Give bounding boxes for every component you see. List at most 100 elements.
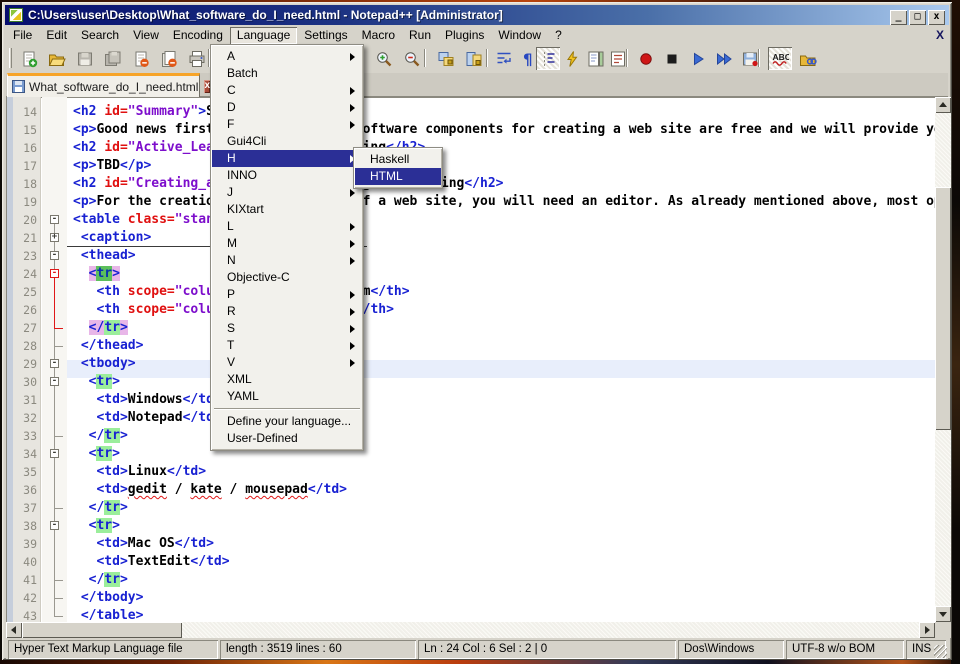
language-menu-item-r[interactable]: R bbox=[212, 303, 362, 320]
sync-vertical-button[interactable] bbox=[434, 47, 458, 70]
scroll-down-button[interactable] bbox=[935, 606, 951, 622]
menu-item-[interactable]: ? bbox=[548, 27, 569, 44]
line-number: 17 bbox=[13, 159, 37, 173]
language-menu-item-a[interactable]: A bbox=[212, 48, 362, 65]
fold-expand-box[interactable]: + bbox=[50, 233, 59, 242]
language-menu-item-xml[interactable]: XML bbox=[212, 371, 362, 388]
fold-collapse-box[interactable]: - bbox=[50, 251, 59, 260]
language-menu-item-inno[interactable]: INNO bbox=[212, 167, 362, 184]
language-menu-item-objective-c[interactable]: Objective-C bbox=[212, 269, 362, 286]
open-file-button[interactable] bbox=[45, 47, 69, 70]
menu-item-window[interactable]: Window bbox=[491, 27, 548, 44]
title-bar[interactable]: C:\Users\user\Desktop\What_software_do_I… bbox=[5, 5, 949, 25]
editor-pane[interactable]: 1415161718192021232425262728293031323334… bbox=[6, 97, 951, 638]
document-close-x[interactable]: X bbox=[936, 28, 944, 42]
document-map-button[interactable] bbox=[584, 47, 608, 70]
close-button[interactable]: x bbox=[928, 10, 945, 25]
language-menu-item-v[interactable]: V bbox=[212, 354, 362, 371]
function-completion-button[interactable] bbox=[560, 47, 584, 70]
language-menu-item-t[interactable]: T bbox=[212, 337, 362, 354]
close-all-button[interactable] bbox=[157, 47, 181, 70]
line-number: 16 bbox=[13, 141, 37, 155]
language-menu-item-j[interactable]: J bbox=[212, 184, 362, 201]
word-wrap-button[interactable] bbox=[492, 47, 516, 70]
submenu-item-haskell[interactable]: Haskell bbox=[355, 151, 441, 168]
save-all-button[interactable] bbox=[101, 47, 125, 70]
language-menu-item-n[interactable]: N bbox=[212, 252, 362, 269]
macro-save-button[interactable] bbox=[738, 47, 762, 70]
horizontal-scrollbar[interactable] bbox=[6, 622, 935, 638]
scroll-left-button[interactable] bbox=[6, 622, 22, 638]
language-menu-item-yaml[interactable]: YAML bbox=[212, 388, 362, 405]
code-line-31: <td>Windows</td> bbox=[67, 391, 935, 409]
language-menu-item-kixtart[interactable]: KIXtart bbox=[212, 201, 362, 218]
save-file-icon bbox=[76, 50, 94, 68]
code-line-18: <h2 id="Creating_and_Editing">Creating a… bbox=[67, 175, 935, 193]
menu-item-plugins[interactable]: Plugins bbox=[438, 27, 491, 44]
language-menu-item-batch[interactable]: Batch bbox=[212, 65, 362, 82]
minimize-button[interactable]: _ bbox=[890, 10, 907, 25]
menu-item-encoding[interactable]: Encoding bbox=[166, 27, 230, 44]
language-menu-item-p[interactable]: P bbox=[212, 286, 362, 303]
language-menu-item-d[interactable]: D bbox=[212, 99, 362, 116]
code-line-42: </tbody> bbox=[67, 589, 935, 607]
language-menu-item-m[interactable]: M bbox=[212, 235, 362, 252]
function-list-button[interactable] bbox=[606, 47, 630, 70]
tab-active-document[interactable]: What_software_do_I_need.html x bbox=[7, 73, 200, 97]
menu-item-macro[interactable]: Macro bbox=[355, 27, 402, 44]
language-menu-item-user-defined[interactable]: User-Defined bbox=[212, 430, 362, 447]
code-line-14: <h2 id="Summary">Summary</h2> bbox=[67, 103, 935, 121]
fold-end-tick bbox=[54, 580, 63, 581]
macro-stop-button[interactable] bbox=[660, 47, 684, 70]
new-file-button[interactable] bbox=[17, 47, 41, 70]
macro-play-icon bbox=[689, 50, 707, 68]
macro-record-button[interactable] bbox=[634, 47, 658, 70]
zoom-out-button[interactable] bbox=[400, 47, 424, 70]
fold-collapse-box[interactable]: - bbox=[50, 359, 59, 368]
maximize-button[interactable]: □ bbox=[909, 10, 926, 25]
macro-run-multiple-button[interactable] bbox=[712, 47, 736, 70]
menu-item-view[interactable]: View bbox=[126, 27, 166, 44]
fold-margin[interactable]: - + - - - - - - bbox=[42, 97, 67, 622]
macro-play-button[interactable] bbox=[686, 47, 710, 70]
save-file-button[interactable] bbox=[73, 47, 97, 70]
code-line-17: <p>TBD</p> bbox=[67, 157, 935, 175]
horizontal-scroll-thumb[interactable] bbox=[22, 622, 182, 638]
print-button[interactable] bbox=[185, 47, 209, 70]
code-text-area[interactable]: <h2 id="Summary">Summary</h2><p>Good new… bbox=[67, 97, 935, 622]
fold-collapse-box[interactable]: - bbox=[50, 377, 59, 386]
fold-collapse-box[interactable]: - bbox=[50, 521, 59, 530]
menu-item-edit[interactable]: Edit bbox=[39, 27, 74, 44]
scroll-up-button[interactable] bbox=[935, 97, 951, 113]
menu-item-file[interactable]: File bbox=[6, 27, 39, 44]
language-menu-item-s[interactable]: S bbox=[212, 320, 362, 337]
submenu-item-html[interactable]: HTML bbox=[355, 168, 441, 185]
vertical-scroll-thumb[interactable] bbox=[935, 187, 951, 430]
function-completion-icon bbox=[563, 50, 581, 68]
scroll-right-button[interactable] bbox=[919, 622, 935, 638]
document-map-icon bbox=[587, 50, 605, 68]
spell-check-button[interactable]: ABC bbox=[768, 47, 792, 70]
menu-item-settings[interactable]: Settings bbox=[297, 27, 354, 44]
tab-bar: What_software_do_I_need.html x bbox=[6, 73, 948, 97]
fold-collapse-box[interactable]: - bbox=[50, 215, 59, 224]
language-menu-item-gui4cli[interactable]: Gui4Cli bbox=[212, 133, 362, 150]
language-menu-item-c[interactable]: C bbox=[212, 82, 362, 99]
fold-collapse-box[interactable]: - bbox=[50, 269, 59, 278]
dspellcheck-link-button[interactable] bbox=[796, 47, 820, 70]
language-menu-item-f[interactable]: F bbox=[212, 116, 362, 133]
sync-horizontal-button[interactable] bbox=[462, 47, 486, 70]
close-file-button[interactable] bbox=[129, 47, 153, 70]
fold-collapse-box[interactable]: - bbox=[50, 449, 59, 458]
menu-item-language[interactable]: Language bbox=[230, 27, 297, 44]
zoom-in-button[interactable] bbox=[372, 47, 396, 70]
tab-label: What_software_do_I_need.html bbox=[29, 80, 198, 94]
language-menu-item-l[interactable]: L bbox=[212, 218, 362, 235]
resize-grip[interactable] bbox=[934, 645, 947, 658]
show-indent-guide-button[interactable] bbox=[536, 47, 560, 70]
menu-item-search[interactable]: Search bbox=[74, 27, 126, 44]
language-menu-item-define-your-language-[interactable]: Define your language... bbox=[212, 413, 362, 430]
menu-item-run[interactable]: Run bbox=[402, 27, 438, 44]
language-menu-item-h[interactable]: H bbox=[212, 150, 362, 167]
vertical-scrollbar[interactable] bbox=[935, 97, 951, 622]
